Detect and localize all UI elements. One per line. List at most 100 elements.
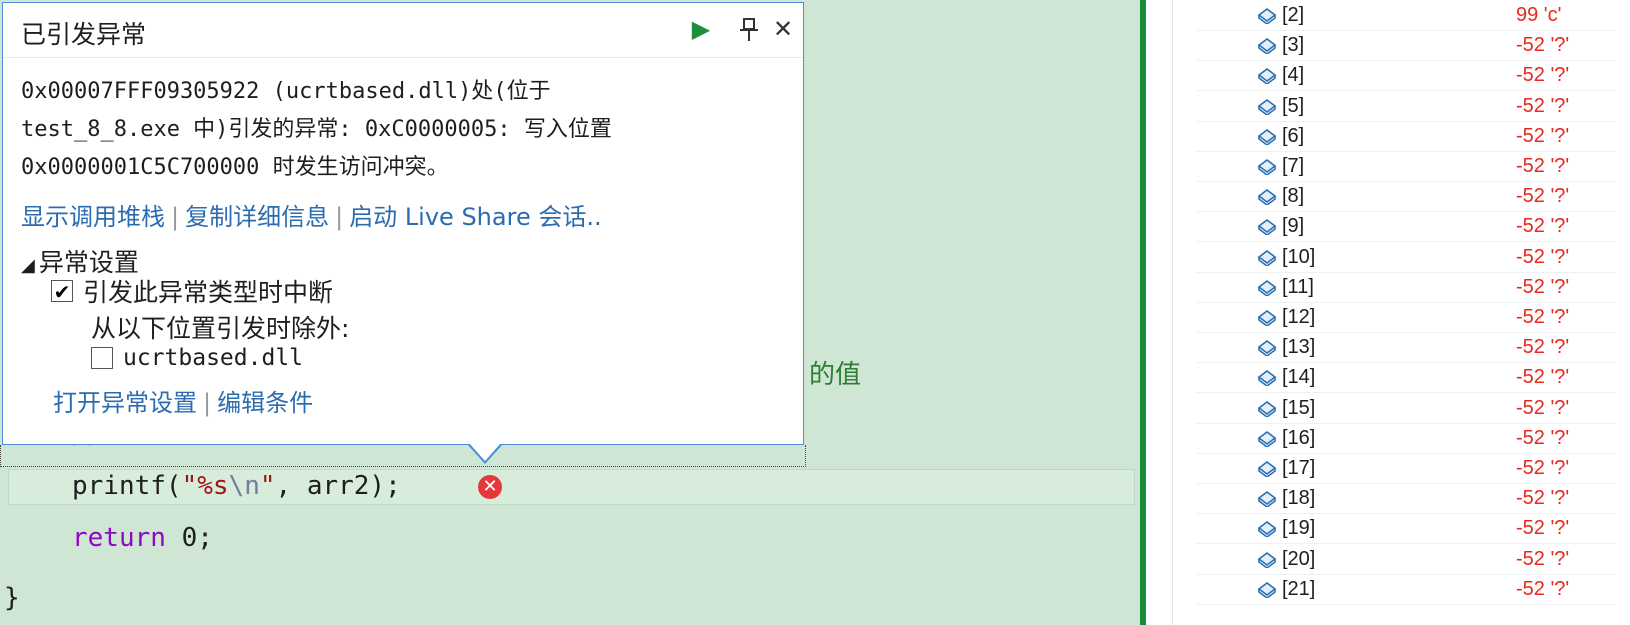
tree-guide-line <box>1172 0 1173 625</box>
field-icon <box>1256 36 1278 56</box>
code-line-return[interactable]: return 0; <box>72 523 213 553</box>
printf-string-open: "%s <box>181 471 229 501</box>
watch-row[interactable]: [10] -52 '?' <box>1146 242 1630 273</box>
field-icon <box>1256 550 1278 569</box>
field-icon <box>1256 459 1278 478</box>
break-on-exception-row[interactable]: ✔ 引发此异常类型时中断 <box>51 273 333 309</box>
printf-fn: printf( <box>72 471 182 501</box>
watch-item-value: -52 '?' <box>1516 577 1570 600</box>
watch-item-name: [18] <box>1282 487 1316 510</box>
dll-checkbox[interactable] <box>91 347 113 369</box>
closing-brace: } <box>4 583 20 613</box>
popup-callout <box>0 443 806 467</box>
watch-row[interactable]: [12] -52 '?' <box>1146 302 1630 333</box>
watch-item-name: [2] <box>1282 4 1305 26</box>
watch-item-value: -52 '?' <box>1516 306 1570 328</box>
watch-row[interactable]: [5] -52 '?' <box>1146 91 1630 122</box>
watch-item-name: [6] <box>1282 124 1305 147</box>
link-divider: | <box>335 203 344 231</box>
watch-row[interactable]: [20] -52 '?' <box>1146 544 1630 575</box>
copy-details-link[interactable]: 复制详细信息 <box>185 203 329 231</box>
field-icon <box>1256 368 1278 388</box>
exception-message: 0x00007FFF09305922 (ucrtbased.dll)处(位于 t… <box>21 73 791 187</box>
watch-row[interactable]: [8] -52 '?' <box>1146 181 1630 213</box>
watch-item-value: -52 '?' <box>1516 487 1570 510</box>
collapse-triangle-icon[interactable]: ◢ <box>21 255 35 276</box>
edit-conditions-link[interactable]: 编辑条件 <box>217 389 313 417</box>
watch-row[interactable]: [13] -52 '?' <box>1146 332 1630 364</box>
watch-item-value: -52 '?' <box>1516 64 1570 87</box>
watch-item-value: -52 '?' <box>1516 426 1570 449</box>
watch-item-name: [4] <box>1282 64 1305 87</box>
watch-item-name: [8] <box>1282 185 1305 208</box>
row-divider <box>1196 603 1616 605</box>
watch-row[interactable]: [7] -52 '?' <box>1146 151 1630 182</box>
code-editor[interactable]: //3 = 5 printf("%s\n", arr2); ✕ return 0… <box>0 0 1140 625</box>
watch-item-name: [9] <box>1282 215 1305 238</box>
field-icon <box>1256 157 1278 176</box>
watch-row[interactable]: [4] -52 '?' <box>1146 60 1630 92</box>
watch-item-value: -52 '?' <box>1516 215 1570 238</box>
pin-icon[interactable] <box>735 15 763 43</box>
watch-row[interactable]: [9] -52 '?' <box>1146 211 1630 243</box>
watch-item-value: -52 '?' <box>1516 155 1570 177</box>
dll-checkbox-label: ucrtbased.dll <box>123 345 304 371</box>
break-checkbox[interactable]: ✔ <box>51 280 73 303</box>
watch-row[interactable]: [15] -52 '?' <box>1146 393 1630 424</box>
code-line-printf[interactable]: printf("%s\n", arr2); <box>72 471 401 501</box>
watch-item-value: -52 '?' <box>1516 94 1570 117</box>
link-divider: | <box>203 389 212 417</box>
title-divider <box>3 57 803 58</box>
watch-item-value: -52 '?' <box>1516 124 1570 147</box>
field-icon <box>1256 278 1278 297</box>
show-call-stack-link[interactable]: 显示调用堆栈 <box>21 203 165 231</box>
watch-row[interactable]: [2] 99 'c' <box>1146 0 1630 31</box>
watch-item-name: [15] <box>1282 396 1316 419</box>
field-icon <box>1256 6 1278 25</box>
error-icon[interactable]: ✕ <box>478 475 502 499</box>
watch-item-value: -52 '?' <box>1516 34 1570 57</box>
except-label-row: 从以下位置引发时除外: <box>91 309 349 345</box>
watch-item-value: -52 '?' <box>1516 366 1570 389</box>
return-value: 0; <box>165 523 213 553</box>
link-divider: | <box>171 203 180 231</box>
watch-row[interactable]: [17] -52 '?' <box>1146 453 1630 484</box>
watch-item-name: [20] <box>1282 547 1316 570</box>
watch-item-value: -52 '?' <box>1516 457 1570 479</box>
watch-row[interactable]: [6] -52 '?' <box>1146 121 1630 152</box>
watch-item-value: -52 '?' <box>1516 185 1570 208</box>
watch-item-name: [14] <box>1282 366 1316 389</box>
field-icon <box>1256 429 1278 448</box>
start-live-share-link[interactable]: 启动 Live Share 会话.. <box>349 203 601 231</box>
watch-item-name: [5] <box>1282 94 1305 117</box>
watch-item-value: -52 '?' <box>1516 336 1570 359</box>
watch-item-name: [12] <box>1282 306 1316 328</box>
watch-row[interactable]: [16] -52 '?' <box>1146 423 1630 454</box>
play-icon[interactable]: ▶ <box>687 15 715 43</box>
watch-item-value: -52 '?' <box>1516 396 1570 419</box>
watch-row[interactable]: [21] -52 '?' <box>1146 574 1630 605</box>
watch-item-name: [21] <box>1282 577 1316 600</box>
watch-item-value: -52 '?' <box>1516 547 1570 570</box>
watch-row[interactable]: [3] -52 '?' <box>1146 30 1630 62</box>
open-exception-settings-link[interactable]: 打开异常设置 <box>53 389 197 417</box>
dll-exception-row[interactable]: ucrtbased.dll <box>91 345 303 371</box>
exception-popup: 已引发异常 ▶ ✕ 0x00007FFF09305922 (ucrtbased.… <box>2 2 804 445</box>
watch-row[interactable]: [18] -52 '?' <box>1146 483 1630 515</box>
watch-item-name: [13] <box>1282 336 1316 359</box>
return-keyword: return <box>72 523 166 553</box>
field-icon <box>1256 308 1278 327</box>
watch-panel: [2] 99 'c' [3] -52 '?' [4] -52 '?' [5] -52 '?'[… <box>1146 0 1630 625</box>
printf-escape: \n <box>228 471 260 501</box>
callout-dotted-frame <box>0 445 806 467</box>
watch-row[interactable]: [19] -52 '?' <box>1146 513 1630 545</box>
watch-row[interactable]: [11] -52 '?' <box>1146 272 1630 303</box>
watch-item-value: 99 'c' <box>1516 4 1562 26</box>
watch-row[interactable]: [14] -52 '?' <box>1146 362 1630 394</box>
except-label: 从以下位置引发时除外: <box>91 314 350 343</box>
field-icon <box>1256 187 1278 207</box>
close-icon[interactable]: ✕ <box>769 15 797 43</box>
printf-string-close: " <box>259 471 276 501</box>
message-line-1: 0x00007FFF09305922 (ucrtbased.dll)处(位于 <box>21 79 551 104</box>
watch-item-value: -52 '?' <box>1516 245 1570 268</box>
